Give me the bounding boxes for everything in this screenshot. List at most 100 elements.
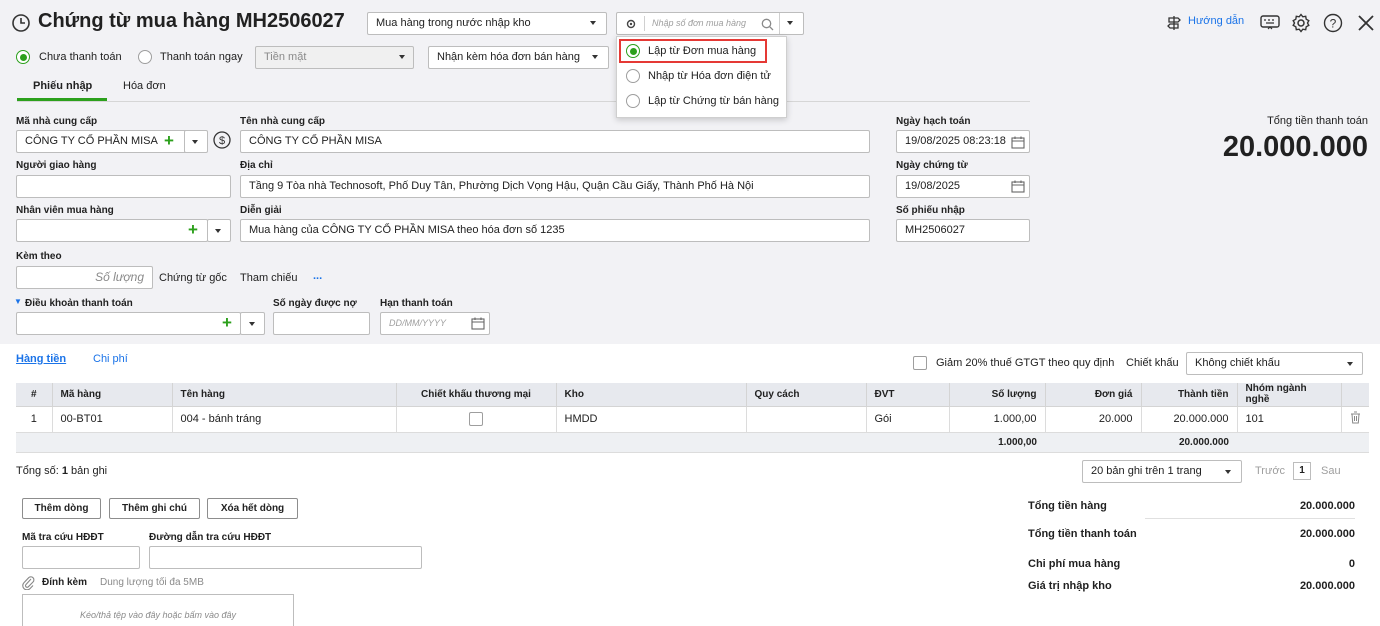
- description-input[interactable]: Mua hàng của CÔNG TY CỔ PHẦN MISA theo h…: [240, 219, 870, 242]
- unpaid-radio[interactable]: [16, 50, 30, 64]
- history-icon[interactable]: [10, 12, 32, 34]
- search-icon[interactable]: [759, 16, 775, 32]
- unpaid-label[interactable]: Chưa thanh toán: [39, 51, 122, 63]
- debt-days-input[interactable]: [273, 312, 370, 335]
- sum-qty: 1.000,00: [949, 432, 1045, 453]
- lookup-url-input[interactable]: [149, 546, 422, 569]
- supplier-code-input[interactable]: CÔNG TY CỔ PHẦN MISA: [16, 130, 204, 153]
- trash-icon[interactable]: [1350, 411, 1361, 427]
- page-title: Chứng từ mua hàng MH2506027: [38, 10, 345, 32]
- cell-unit[interactable]: Gói: [866, 406, 950, 433]
- purchase-type-select[interactable]: Mua hàng trong nước nhập kho: [367, 12, 607, 35]
- cell-discount: [396, 406, 557, 433]
- add-icon[interactable]: +: [164, 131, 174, 151]
- supplier-code-value: CÔNG TY CỔ PHẦN MISA: [25, 135, 158, 147]
- summary-stock-label: Giá trị nhập kho: [1028, 580, 1112, 592]
- record-count-prefix: Tổng số:: [16, 465, 62, 477]
- cell-amount[interactable]: 20.000.000: [1141, 406, 1238, 433]
- menu-item-from-einvoice[interactable]: Nhập từ Hóa đơn điện tử: [648, 70, 771, 82]
- add-row-button[interactable]: Thêm dòng: [22, 498, 101, 519]
- cell-spec[interactable]: [746, 406, 867, 433]
- guide-icon[interactable]: [1164, 13, 1184, 33]
- vat-reduce-label[interactable]: Giảm 20% thuế GTGT theo quy định: [936, 357, 1114, 369]
- supplier-name-label: Tên nhà cung cấp: [240, 116, 326, 127]
- cell-actions: [1341, 406, 1369, 433]
- paid-label[interactable]: Thanh toán ngay: [160, 51, 243, 63]
- doc-date-label: Ngày chứng từ: [896, 160, 968, 171]
- calendar-icon[interactable]: [1010, 178, 1026, 194]
- help-link[interactable]: Hướng dẫn: [1188, 15, 1244, 27]
- supplier-name-input[interactable]: CÔNG TY CỔ PHẦN MISA: [240, 130, 870, 153]
- collapse-icon[interactable]: ▼: [14, 297, 22, 306]
- calendar-icon[interactable]: [1010, 134, 1026, 150]
- chevron-down-icon: [592, 55, 598, 59]
- cell-group[interactable]: 101: [1237, 406, 1342, 433]
- tab-costs[interactable]: Chi phí: [93, 353, 128, 365]
- chevron-down-icon: [192, 140, 198, 144]
- prev-page-button[interactable]: Trước: [1255, 465, 1285, 477]
- add-icon[interactable]: +: [188, 220, 198, 240]
- quantity-input[interactable]: Số lượng: [16, 266, 153, 289]
- description-label: Diễn giải: [240, 205, 282, 216]
- tab-receipt[interactable]: Phiếu nhập: [33, 80, 92, 92]
- receipt-no-value: MH2506027: [905, 224, 965, 236]
- menu-radio-from-einvoice[interactable]: [626, 69, 640, 83]
- col-warehouse: Kho: [556, 383, 747, 407]
- purchase-type-value: Mua hàng trong nước nhập kho: [376, 17, 531, 29]
- delete-all-rows-button[interactable]: Xóa hết dòng: [207, 498, 298, 519]
- address-input[interactable]: Tầng 9 Tòa nhà Technosoft, Phố Duy Tân, …: [240, 175, 870, 198]
- currency-icon[interactable]: $: [212, 130, 232, 150]
- cell-warehouse[interactable]: HMDD: [556, 406, 747, 433]
- vat-reduce-checkbox[interactable]: [913, 356, 927, 370]
- menu-radio-from-sales[interactable]: [626, 94, 640, 108]
- goods-table: # Mã hàng Tên hàng Chiết khấu thương mại…: [16, 383, 1369, 453]
- supplier-name-value: CÔNG TY CỔ PHẦN MISA: [249, 135, 382, 147]
- invoice-mode-select[interactable]: Nhận kèm hóa đơn bán hàng: [428, 46, 609, 69]
- cell-qty[interactable]: 1.000,00: [949, 406, 1046, 433]
- cell-price[interactable]: 20.000: [1045, 406, 1142, 433]
- current-page[interactable]: 1: [1293, 462, 1311, 480]
- settings-icon[interactable]: [1290, 12, 1312, 34]
- search-box[interactable]: Nhập số đơn mua hàng: [616, 12, 804, 35]
- cell-name[interactable]: 004 - bánh tráng: [172, 406, 397, 433]
- cell-code[interactable]: 00-BT01: [52, 406, 173, 433]
- receipt-no-input[interactable]: MH2506027: [896, 219, 1030, 242]
- lookup-code-input[interactable]: [22, 546, 140, 569]
- add-icon[interactable]: +: [222, 313, 232, 333]
- debt-days-label: Số ngày được nợ: [273, 298, 357, 309]
- cell-no: 1: [16, 406, 53, 433]
- tab-invoice[interactable]: Hóa đơn: [123, 80, 166, 92]
- next-page-button[interactable]: Sau: [1321, 465, 1341, 477]
- search-input[interactable]: Nhập số đơn mua hàng: [652, 13, 746, 34]
- menu-item-from-order[interactable]: Lập từ Đơn mua hàng: [648, 45, 756, 57]
- discount-checkbox[interactable]: [469, 412, 483, 426]
- discount-select[interactable]: Không chiết khấu: [1186, 352, 1363, 375]
- gear-icon[interactable]: [623, 16, 639, 32]
- terms-input[interactable]: [16, 312, 241, 335]
- paperclip-icon: [20, 574, 36, 590]
- table-row[interactable]: 1 00-BT01 004 - bánh tráng HMDD Gói 1.00…: [16, 406, 1369, 433]
- page-size-select[interactable]: 20 bản ghi trên 1 trang: [1082, 460, 1242, 483]
- chevron-down-icon[interactable]: [787, 21, 793, 25]
- due-date-placeholder: DD/MM/YYYY: [389, 318, 447, 328]
- calendar-icon[interactable]: [470, 315, 486, 331]
- file-drop-zone[interactable]: Kéo/thả tệp vào đây hoặc bấm vào đây: [22, 594, 294, 626]
- keyboard-icon[interactable]: [1259, 12, 1281, 34]
- record-count: Tổng số: 1 bản ghi: [16, 465, 107, 477]
- reference-more-button[interactable]: ...: [313, 270, 322, 282]
- chevron-down-icon: [399, 55, 405, 59]
- deliverer-input[interactable]: [16, 175, 231, 198]
- menu-item-from-sales[interactable]: Lập từ Chứng từ bán hàng: [648, 95, 779, 107]
- attachment-label: Đính kèm: [42, 577, 88, 588]
- add-note-button[interactable]: Thêm ghi chú: [109, 498, 200, 519]
- paid-radio[interactable]: [138, 50, 152, 64]
- help-icon[interactable]: ?: [1322, 12, 1344, 34]
- lookup-code-label: Mã tra cứu HĐĐT: [22, 532, 104, 543]
- col-qty: Số lượng: [949, 383, 1046, 407]
- tab-goods[interactable]: Hàng tiền: [16, 353, 66, 365]
- sum-amount: 20.000.000: [1141, 432, 1237, 453]
- summary-cost-value: 0: [1348, 558, 1355, 570]
- staff-input[interactable]: [16, 219, 208, 242]
- close-icon[interactable]: [1355, 12, 1377, 34]
- menu-radio-from-order[interactable]: [626, 44, 640, 58]
